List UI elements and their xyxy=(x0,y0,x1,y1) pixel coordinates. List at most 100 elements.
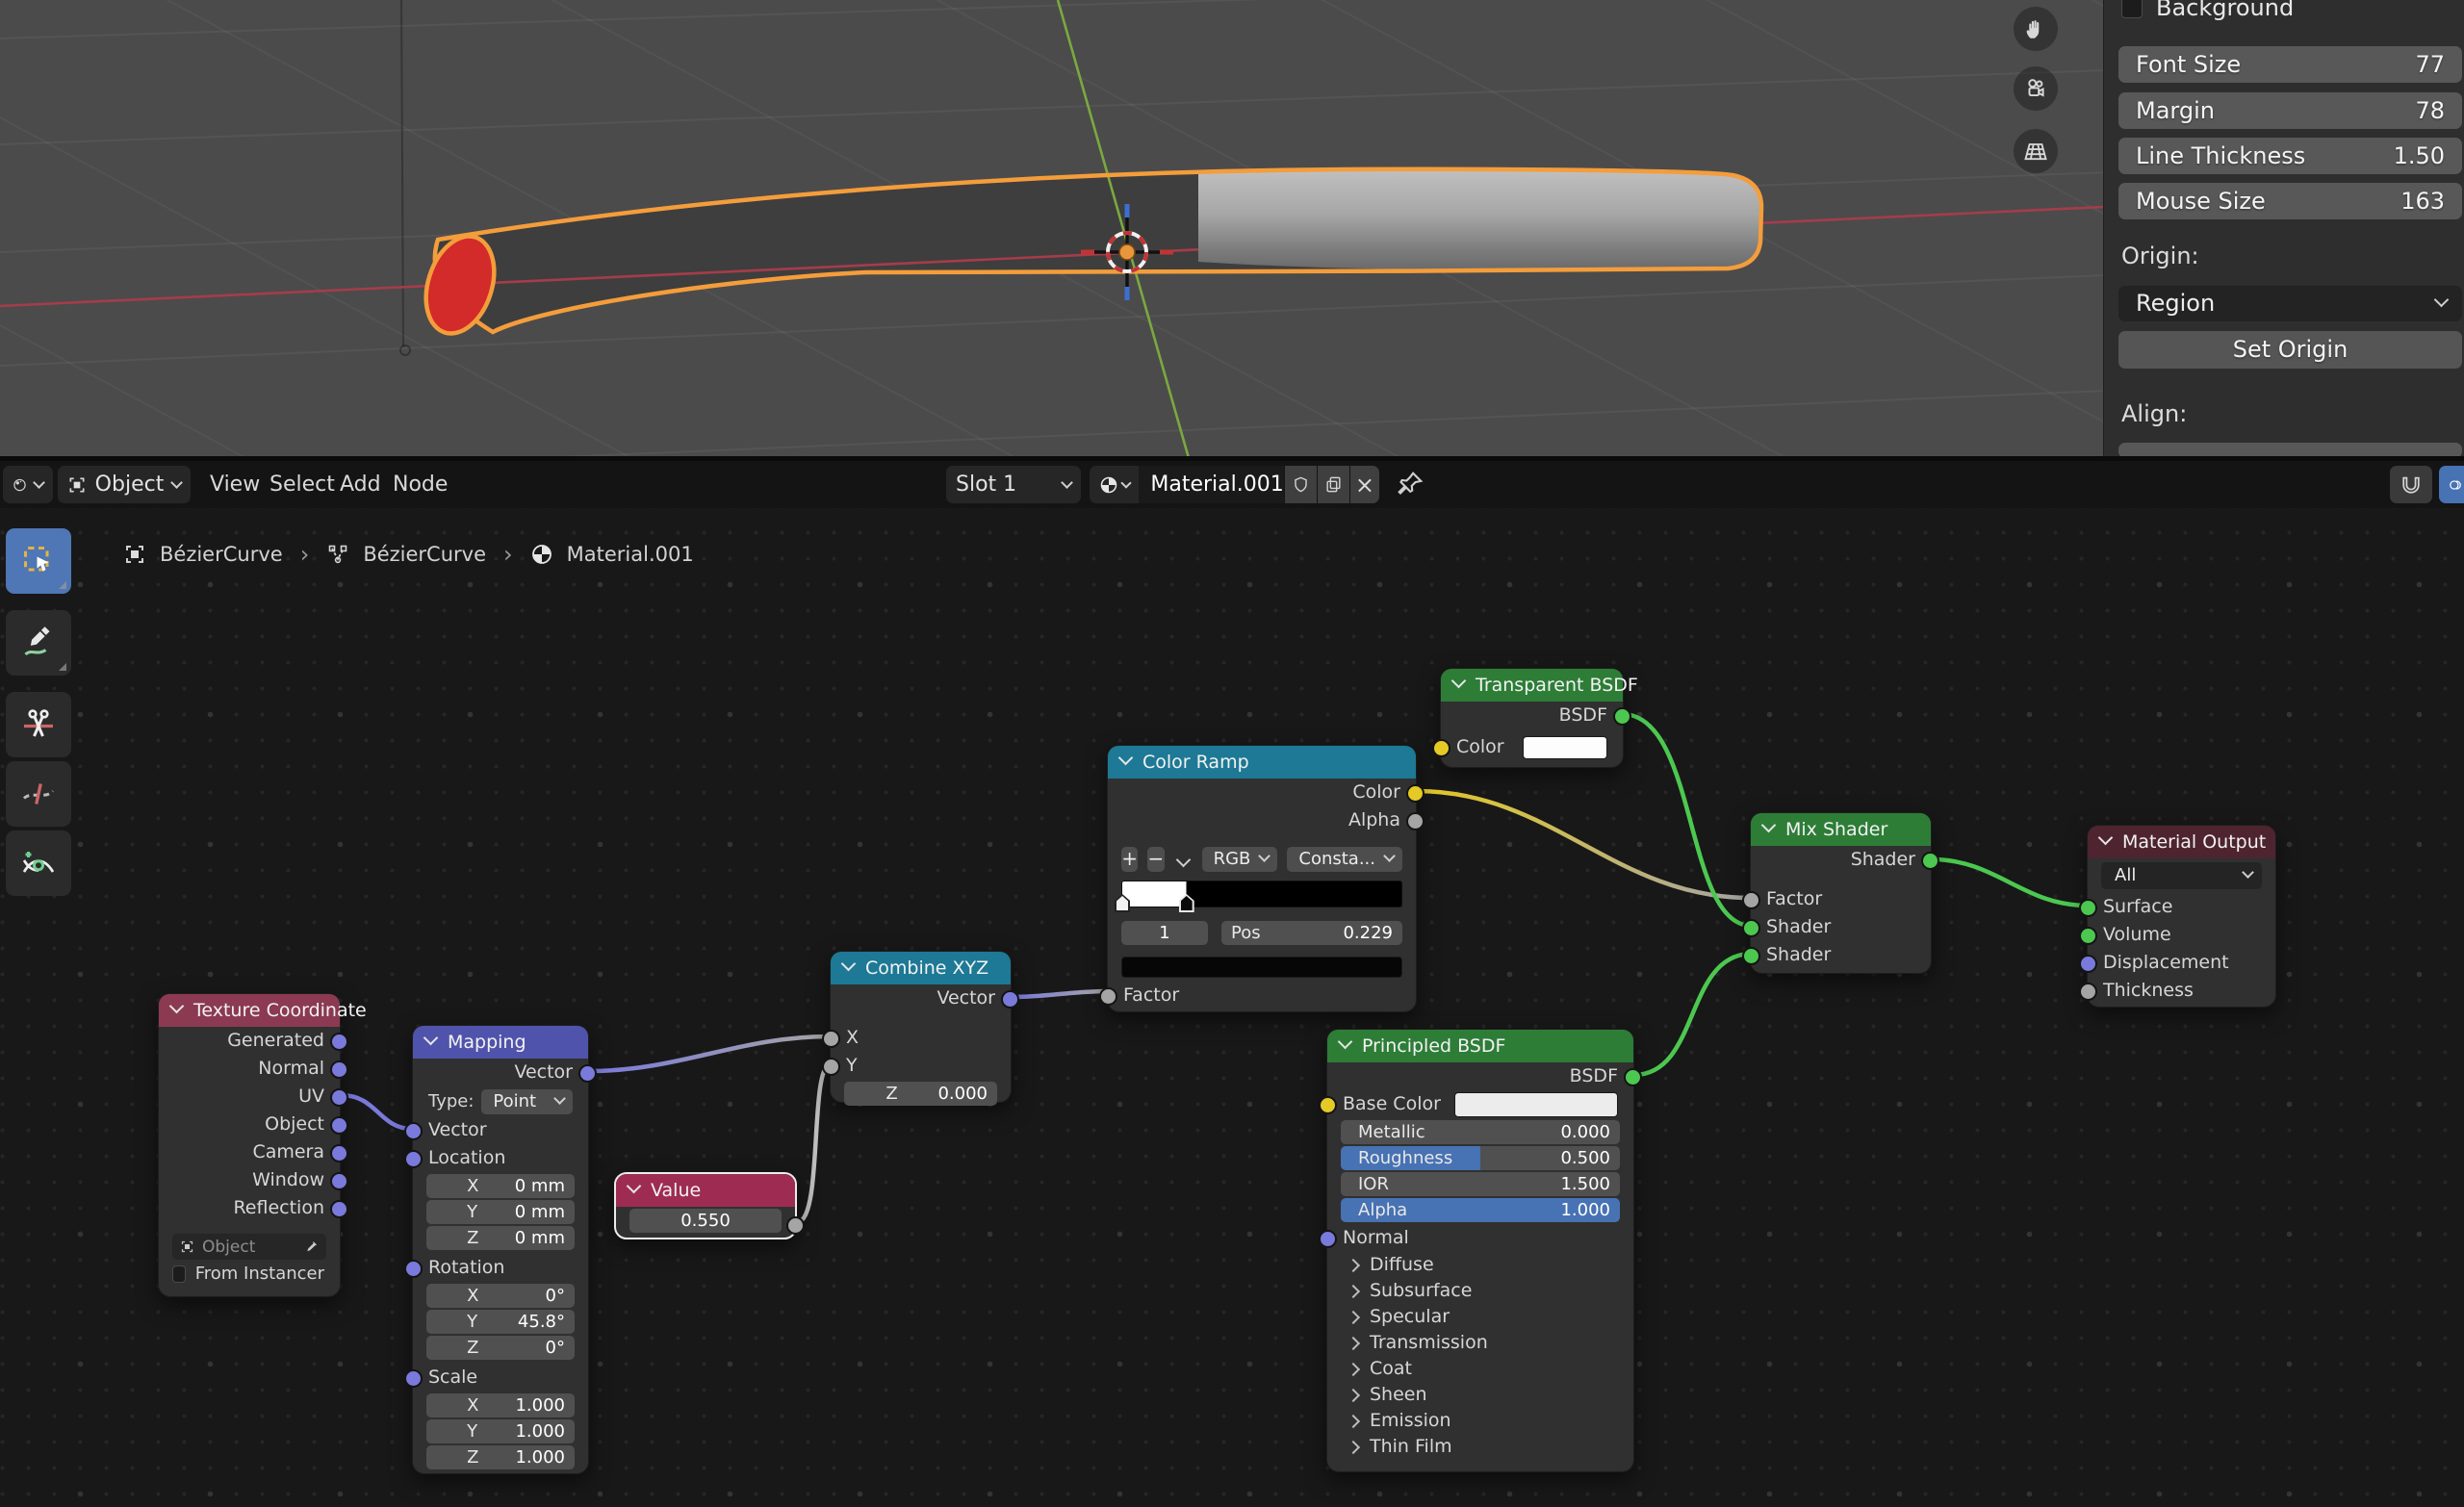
socket[interactable] xyxy=(1406,784,1424,803)
metallic-field[interactable]: Metallic 0.000 xyxy=(1341,1120,1620,1144)
add-stop-button[interactable]: + xyxy=(1121,847,1138,872)
input-base-color[interactable]: Base Color xyxy=(1327,1090,1633,1118)
output-alpha[interactable]: Alpha xyxy=(1108,806,1416,834)
breadcrumb-object[interactable]: BézierCurve xyxy=(160,543,283,566)
font-size-row[interactable]: Font Size 77 xyxy=(2118,46,2462,83)
slot-dropdown[interactable]: Slot 1 xyxy=(946,466,1081,503)
location-z-field[interactable]: Z0 mm xyxy=(426,1226,575,1250)
output-normal[interactable]: Normal xyxy=(159,1055,340,1083)
rotation-x-field[interactable]: X0° xyxy=(426,1284,575,1308)
socket[interactable] xyxy=(1319,1096,1337,1114)
object-mode-dropdown[interactable]: Object xyxy=(58,466,191,503)
alpha-slider[interactable]: Alpha 1.000 xyxy=(1341,1198,1620,1222)
node-value[interactable]: Value 0.550 xyxy=(614,1172,797,1239)
fake-user-button[interactable] xyxy=(1285,466,1317,503)
input-volume[interactable]: Volume xyxy=(2088,921,2275,949)
socket[interactable] xyxy=(822,1030,840,1048)
mapping-type-dropdown[interactable]: Point xyxy=(481,1089,573,1114)
material-browse-button[interactable] xyxy=(1090,466,1139,503)
stop-index-field[interactable]: 1 xyxy=(1121,921,1208,945)
section-thin-film[interactable]: Thin Film xyxy=(1327,1434,1633,1460)
input-y[interactable]: Y xyxy=(831,1052,1011,1080)
socket[interactable] xyxy=(2079,955,2097,973)
input-scale[interactable]: Scale xyxy=(413,1364,588,1392)
output-value-socket[interactable] xyxy=(786,1216,805,1235)
node-header[interactable]: Mix Shader xyxy=(1751,813,1931,846)
socket[interactable] xyxy=(1921,852,1939,870)
curve-object-light-section[interactable] xyxy=(1198,169,1761,270)
output-shader[interactable]: Shader xyxy=(1751,846,1931,874)
color-mode-dropdown[interactable]: RGB xyxy=(1202,847,1278,872)
ramp-options-dropdown[interactable] xyxy=(1175,852,1191,867)
remove-stop-button[interactable]: − xyxy=(1147,847,1164,872)
socket[interactable] xyxy=(330,1200,348,1218)
section-subsurface[interactable]: Subsurface xyxy=(1327,1278,1633,1304)
socket[interactable] xyxy=(330,1088,348,1107)
node-header[interactable]: Material Output xyxy=(2088,826,2275,858)
input-rotation[interactable]: Rotation xyxy=(413,1254,588,1282)
color-swatch[interactable] xyxy=(1523,736,1607,759)
input-shader-1[interactable]: Shader xyxy=(1751,913,1931,941)
stop-color-swatch[interactable] xyxy=(1121,957,1402,978)
set-origin-button[interactable]: Set Origin xyxy=(2118,331,2462,369)
node-header[interactable]: Transparent BSDF xyxy=(1441,669,1623,702)
node-header[interactable]: Value xyxy=(616,1174,795,1207)
ramp-stop-0[interactable] xyxy=(1115,894,1130,912)
output-reflection[interactable]: Reflection xyxy=(159,1194,340,1222)
section-emission[interactable]: Emission xyxy=(1327,1408,1633,1434)
output-generated[interactable]: Generated xyxy=(159,1027,340,1055)
node-texture-coordinate[interactable]: Texture Coordinate Generated Normal UV O… xyxy=(158,993,341,1297)
menu-view[interactable]: View xyxy=(204,466,266,503)
output-vector[interactable]: Vector xyxy=(413,1059,588,1086)
new-material-button[interactable] xyxy=(1318,466,1349,503)
3d-viewport[interactable]: Background Font Size 77 Margin 78 Line T… xyxy=(0,0,2464,458)
socket[interactable] xyxy=(1432,739,1450,757)
stop-position-field[interactable]: Pos0.229 xyxy=(1221,921,1402,945)
material-name-field[interactable]: Material.001 xyxy=(1139,466,1283,503)
input-displacement[interactable]: Displacement xyxy=(2088,949,2275,977)
node-header[interactable]: Combine XYZ xyxy=(831,952,1011,984)
section-specular[interactable]: Specular xyxy=(1327,1304,1633,1330)
socket[interactable] xyxy=(2079,927,2097,945)
tool-cut-links[interactable] xyxy=(6,692,71,757)
input-shader-2[interactable]: Shader xyxy=(1751,941,1931,969)
input-surface[interactable]: Surface xyxy=(2088,893,2275,921)
socket[interactable] xyxy=(330,1060,348,1079)
breadcrumb-data[interactable]: BézierCurve xyxy=(363,543,486,566)
base-color-swatch[interactable] xyxy=(1454,1092,1618,1117)
location-y-field[interactable]: Y0 mm xyxy=(426,1200,575,1224)
tool-mute-links[interactable] xyxy=(6,761,71,827)
input-color[interactable]: Color xyxy=(1441,733,1623,761)
output-color[interactable]: Color xyxy=(1108,779,1416,806)
from-instancer-checkbox[interactable] xyxy=(172,1265,186,1283)
socket[interactable] xyxy=(578,1064,597,1083)
socket[interactable] xyxy=(2079,983,2097,1001)
node-canvas[interactable]: BézierCurve › BézierCurve › Material.001… xyxy=(0,508,2464,1507)
tool-annotate[interactable] xyxy=(6,610,71,676)
roughness-slider[interactable]: Roughness 0.500 xyxy=(1341,1146,1620,1170)
input-vector[interactable]: Vector xyxy=(413,1116,588,1144)
socket[interactable] xyxy=(404,1150,423,1168)
socket[interactable] xyxy=(1742,947,1760,965)
color-ramp-gradient[interactable] xyxy=(1121,881,1402,907)
input-factor[interactable]: Factor xyxy=(1108,982,1416,1009)
mouse-size-row[interactable]: Mouse Size 163 xyxy=(2118,183,2462,219)
location-x-field[interactable]: X0 mm xyxy=(426,1174,575,1198)
menu-add[interactable]: Add xyxy=(334,466,387,503)
socket[interactable] xyxy=(404,1369,423,1388)
section-diffuse[interactable]: Diffuse xyxy=(1327,1252,1633,1278)
orthographic-grid-icon[interactable] xyxy=(2014,129,2058,173)
output-camera[interactable]: Camera xyxy=(159,1138,340,1166)
line-thickness-row[interactable]: Line Thickness 1.50 xyxy=(2118,138,2462,174)
socket[interactable] xyxy=(330,1116,348,1135)
object-selector-field[interactable]: Object xyxy=(172,1234,326,1260)
breadcrumb-material[interactable]: Material.001 xyxy=(567,543,694,566)
socket[interactable] xyxy=(330,1172,348,1190)
node-combine-xyz[interactable]: Combine XYZ Vector X Y Z0.000 xyxy=(830,951,1012,1103)
socket[interactable] xyxy=(822,1058,840,1076)
socket[interactable] xyxy=(1742,919,1760,937)
pan-hand-icon[interactable] xyxy=(2014,7,2058,51)
node-header[interactable]: Principled BSDF xyxy=(1327,1030,1633,1062)
margin-row[interactable]: Margin 78 xyxy=(2118,92,2462,129)
input-thickness[interactable]: Thickness xyxy=(2088,977,2275,1005)
